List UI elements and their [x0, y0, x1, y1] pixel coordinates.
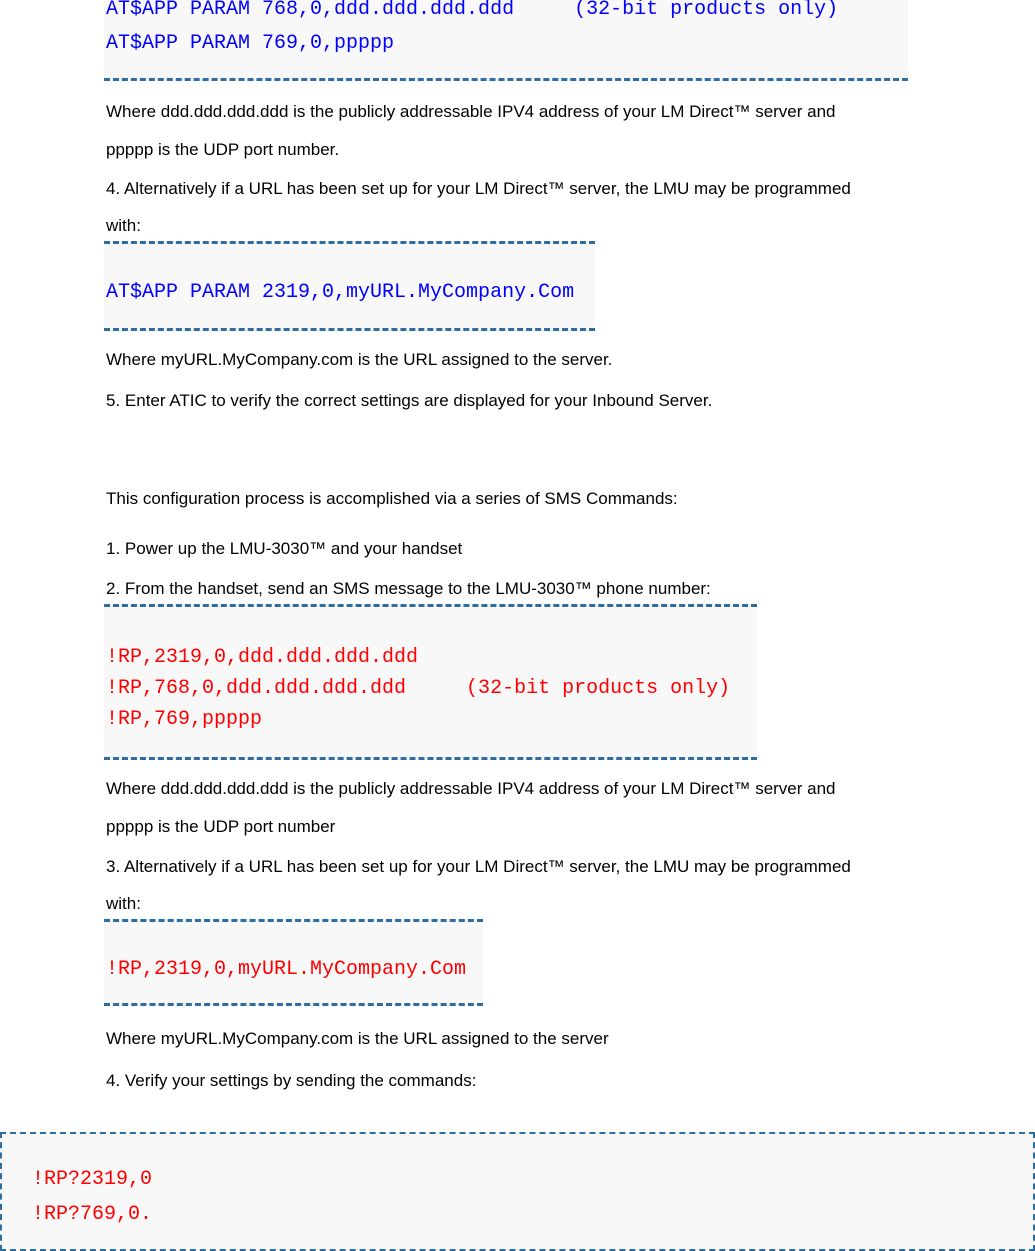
- sms-code-block-server-ip: !RP,2319,0,ddd.ddd.ddd.ddd !RP,768,0,ddd…: [104, 604, 757, 760]
- step-5-atic: 5. Enter ATIC to verify the correct sett…: [106, 391, 713, 410]
- at-code-block-server-ip: AT$APP PARAM 768,0,ddd.ddd.ddd.ddd (32-b…: [104, 0, 908, 81]
- sms-step-4-verify: 4. Verify your settings by sending the c…: [106, 1071, 477, 1090]
- code-line-at-param-768: AT$APP PARAM 768,0,ddd.ddd.ddd.ddd (32-b…: [106, 0, 839, 21]
- at-code-block-url: AT$APP PARAM 2319,0,myURL.MyCompany.Com: [104, 241, 595, 331]
- para-where-url: Where myURL.MyCompany.com is the URL ass…: [106, 350, 613, 369]
- code-line-at-param-769: AT$APP PARAM 769,0,ppppp: [106, 32, 395, 55]
- sms-step-1: 1. Power up the LMU-3030™ and your hands…: [106, 539, 463, 558]
- code-line-at-param-2319-url: AT$APP PARAM 2319,0,myURL.MyCompany.Com: [106, 281, 575, 304]
- sms-para-where-ip-line2: ppppp is the UDP port number: [106, 817, 336, 836]
- sms-step-2: 2. From the handset, send an SMS message…: [106, 579, 711, 598]
- code-line-rp-query-2319: !RP?2319,0: [32, 1168, 153, 1191]
- sms-step-3-url-line1: 3. Alternatively if a URL has been set u…: [106, 857, 851, 876]
- para-where-ip-line2: ppppp is the UDP port number.: [106, 140, 340, 159]
- sms-code-block-url: !RP,2319,0,myURL.MyCompany.Com: [104, 919, 483, 1006]
- sms-para-where-url: Where myURL.MyCompany.com is the URL ass…: [106, 1029, 609, 1048]
- code-line-rp-769: !RP,769,ppppp: [106, 708, 263, 731]
- step-4-url-line1: 4. Alternatively if a URL has been set u…: [106, 179, 851, 198]
- sms-para-where-ip-line1: Where ddd.ddd.ddd.ddd is the publicly ad…: [106, 779, 836, 798]
- sms-step-3-url-line2: with:: [106, 894, 141, 913]
- sms-code-block-verify: !RP?2319,0 !RP?769,0.: [0, 1132, 1035, 1251]
- sms-intro: This configuration process is accomplish…: [106, 489, 678, 508]
- code-line-rp-2319-url: !RP,2319,0,myURL.MyCompany.Com: [106, 958, 467, 981]
- para-where-ip-line1: Where ddd.ddd.ddd.ddd is the publicly ad…: [106, 102, 836, 121]
- step-4-url-line2: with:: [106, 216, 141, 235]
- code-line-rp-768: !RP,768,0,ddd.ddd.ddd.ddd (32-bit produc…: [106, 677, 731, 700]
- code-line-rp-2319-ip: !RP,2319,0,ddd.ddd.ddd.ddd: [106, 646, 419, 669]
- code-line-rp-query-769: !RP?769,0.: [32, 1203, 153, 1226]
